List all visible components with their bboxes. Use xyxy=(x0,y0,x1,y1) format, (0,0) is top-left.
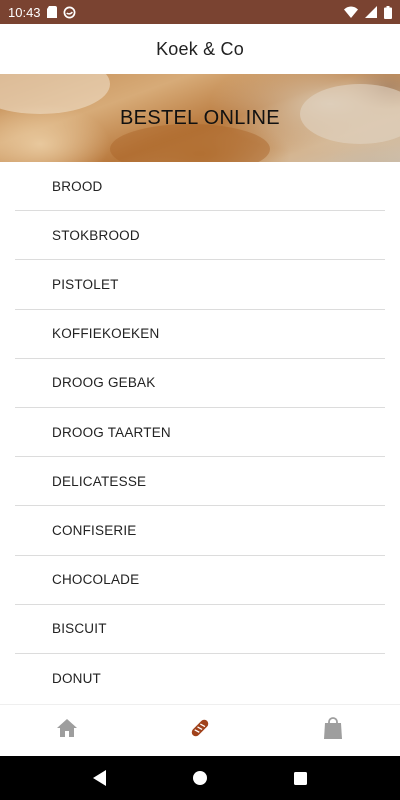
shopping-bag-icon xyxy=(323,717,343,744)
nav-home[interactable] xyxy=(0,705,133,756)
category-label: DROOG GEBAK xyxy=(52,375,156,391)
banner-title: BESTEL ONLINE xyxy=(120,106,280,129)
app-bar: Koek & Co xyxy=(0,24,400,74)
category-item-brood[interactable]: BROOD xyxy=(15,162,385,212)
category-item-delicatesse[interactable]: DELICATESSE xyxy=(15,457,385,507)
category-label: BISCUIT xyxy=(52,621,107,637)
category-label: STOKBROOD xyxy=(52,227,140,243)
signal-icon xyxy=(365,6,377,18)
status-left: 10:43 xyxy=(8,5,76,20)
recents-icon[interactable] xyxy=(280,758,320,798)
category-item-confiserie[interactable]: CONFISERIE xyxy=(15,506,385,556)
system-navigation-bar xyxy=(0,756,400,800)
category-item-chocolade[interactable]: CHOCOLADE xyxy=(15,556,385,605)
bottom-navigation xyxy=(0,704,400,756)
status-bar: 10:43 xyxy=(0,0,400,24)
do-not-disturb-icon xyxy=(63,6,76,19)
category-item-koffiekoeken[interactable]: KOFFIEKOEKEN xyxy=(15,310,385,359)
category-item-biscuit[interactable]: BISCUIT xyxy=(15,605,385,654)
back-icon[interactable] xyxy=(80,758,120,798)
nav-cart[interactable] xyxy=(267,705,400,756)
category-item-droog-taarten[interactable]: DROOG TAARTEN xyxy=(15,408,385,458)
category-label: PISTOLET xyxy=(52,276,119,292)
category-label: DONUT xyxy=(52,670,101,686)
banner-image: BESTEL ONLINE xyxy=(0,74,400,162)
category-label: CHOCOLADE xyxy=(52,572,140,588)
home-icon xyxy=(56,718,78,743)
category-label: BROOD xyxy=(52,178,103,194)
app-title: Koek & Co xyxy=(156,38,244,59)
wifi-icon xyxy=(344,6,358,18)
category-label: CONFISERIE xyxy=(52,522,137,538)
bread-icon xyxy=(189,717,211,744)
category-item-donut[interactable]: DONUT xyxy=(15,654,385,703)
category-item-stokbrood[interactable]: STOKBROOD xyxy=(15,211,385,261)
category-item-droog-gebak[interactable]: DROOG GEBAK xyxy=(15,359,385,408)
home-button-icon[interactable] xyxy=(180,758,220,798)
category-label: KOFFIEKOEKEN xyxy=(52,326,160,342)
status-right xyxy=(344,5,392,19)
category-item-pistolet[interactable]: PISTOLET xyxy=(15,260,385,310)
status-time: 10:43 xyxy=(8,4,41,20)
category-label: DELICATESSE xyxy=(52,473,147,489)
battery-icon xyxy=(384,5,392,19)
sd-card-icon xyxy=(46,6,57,18)
category-list: BROOD STOKBROOD PISTOLET KOFFIEKOEKEN DR… xyxy=(0,162,400,703)
category-label: DROOG TAARTEN xyxy=(52,424,171,440)
nav-products[interactable] xyxy=(133,705,266,756)
